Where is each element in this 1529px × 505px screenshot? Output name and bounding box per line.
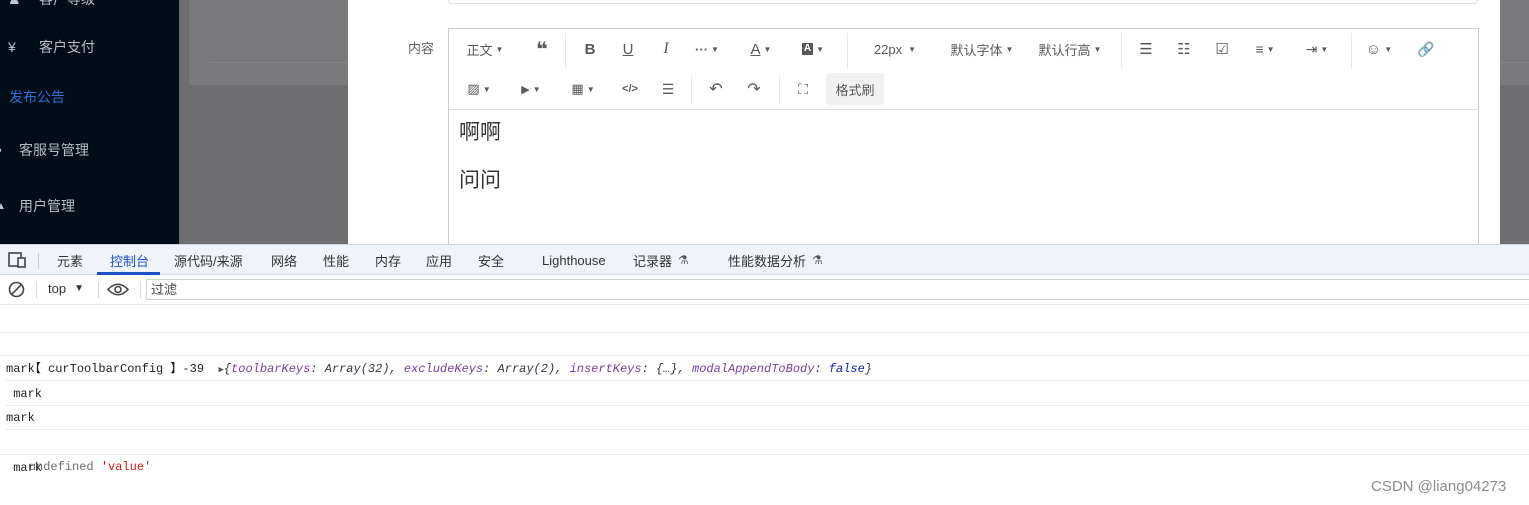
code-icon[interactable]: </>: [617, 75, 643, 103]
tab-label: 性能数据分析: [728, 253, 807, 269]
font-size-label: 22px: [873, 41, 903, 57]
sidebar-item-publish-notice[interactable]: 发布公告: [0, 82, 179, 112]
tab-elements[interactable]: 元素: [57, 245, 83, 275]
emoji-icon[interactable]: ☺ ▼: [1363, 35, 1395, 63]
sidebar-item-label: 客服号管理: [19, 142, 89, 158]
tab-performance-insights[interactable]: 性能数据分析 ⚗: [728, 245, 823, 275]
blockquote-icon[interactable]: ❝: [529, 35, 555, 63]
redo-icon[interactable]: ↷: [741, 75, 767, 103]
editor-paragraph: 问问: [459, 169, 501, 192]
console-message: 【 curToolbarConfig 】-39 ▶{toolbarKeys: A…: [0, 332, 1529, 376]
undo-icon[interactable]: ↶: [703, 75, 729, 103]
editor-toolbar: 正文 ▼ ❝ B U I ··· ▼ A ▼ A ▼ 22px ▼ 默认字体 ▼ 默认行高 ▼: [449, 29, 1478, 110]
content-label: 内容: [408, 41, 435, 56]
bulleted-list-icon[interactable]: ☰: [1133, 35, 1159, 63]
support-icon: ●: [0, 145, 14, 156]
watermark: CSDN @liang04273: [1371, 478, 1507, 495]
underline-icon[interactable]: U: [615, 35, 641, 63]
tab-memory[interactable]: 内存: [375, 245, 401, 275]
console-message: undefined 'value': [0, 431, 1529, 474]
heading-label: 正文: [466, 42, 493, 58]
console-message: mark: [6, 382, 1529, 406]
format-painter-button[interactable]: 格式刷: [826, 73, 884, 105]
background-color-icon[interactable]: A ▼: [797, 35, 829, 63]
tab-recorder[interactable]: 记录器 ⚗: [633, 245, 689, 275]
user-level-icon: ♟: [8, 0, 26, 8]
chevron-down-icon: ▼: [74, 283, 84, 294]
context-select[interactable]: top ▼: [48, 281, 84, 296]
editor-content[interactable]: 啊啊 问问: [459, 121, 501, 217]
title-input[interactable]: [448, 0, 1478, 4]
font-family-label: 默认字体: [950, 42, 1003, 58]
numbered-list-icon[interactable]: ☷: [1171, 35, 1197, 63]
sidebar-item-user-management[interactable]: ▲ 用户管理: [0, 191, 179, 221]
console-message: mark: [6, 357, 1529, 381]
flask-icon: ⚗: [678, 253, 689, 267]
sidebar-item-support-accounts[interactable]: ● 客服号管理: [0, 135, 179, 165]
user-icon: ▲: [0, 200, 6, 212]
context-label: top: [48, 281, 67, 296]
font-size-select[interactable]: 22px ▼: [867, 35, 923, 63]
app-window: ♟ 客户等级 ¥ 客户支付 发布公告 ● 客服号管理 ▲ 用户管理 内容 正文▼: [0, 0, 1529, 244]
font-color-icon[interactable]: A ▼: [745, 35, 777, 63]
yen-icon: ¥: [8, 39, 16, 55]
tab-performance[interactable]: 性能: [323, 245, 349, 275]
device-toolbar-icon[interactable]: [8, 252, 26, 268]
devtools-panel: 元素 控制台 源代码/来源 网络 性能 内存 应用 安全 Lighthouse …: [0, 244, 1529, 505]
rich-text-editor: 正文 ▼ ❝ B U I ··· ▼ A ▼ A ▼ 22px ▼ 默认字体 ▼ 默认行高 ▼: [448, 28, 1479, 244]
tab-application[interactable]: 应用: [426, 245, 452, 275]
link-icon[interactable]: 🔗: [1413, 35, 1439, 63]
sidebar-item-label: 发布公告: [9, 89, 65, 105]
bold-icon[interactable]: B: [577, 35, 603, 63]
tab-security[interactable]: 安全: [478, 245, 504, 275]
console-message: mark: [6, 461, 43, 475]
live-expression-eye-icon[interactable]: [107, 282, 129, 297]
table-icon[interactable]: ▦ ▼: [567, 75, 599, 103]
more-style-icon[interactable]: ··· ▼: [691, 35, 723, 63]
tab-console[interactable]: 控制台: [110, 245, 149, 275]
sidebar-item-customer-level[interactable]: ♟ 客户等级: [0, 0, 179, 14]
align-icon[interactable]: ≡ ▼: [1249, 35, 1281, 63]
tab-network[interactable]: 网络: [271, 245, 297, 275]
heading-select[interactable]: 正文 ▼: [463, 35, 507, 63]
sidebar-item-label: 客户支付: [39, 39, 95, 55]
video-icon[interactable]: ▶ ▼: [515, 75, 547, 103]
editor-paragraph: 啊啊: [459, 121, 501, 144]
todo-icon[interactable]: ☑: [1209, 35, 1235, 63]
sidebar-item-label: 用户管理: [19, 198, 75, 214]
font-family-select[interactable]: 默认字体 ▼: [949, 35, 1015, 63]
tab-sources[interactable]: 源代码/来源: [174, 245, 243, 275]
clear-console-icon[interactable]: [8, 281, 25, 298]
sidebar: ♟ 客户等级 ¥ 客户支付 发布公告 ● 客服号管理 ▲ 用户管理: [0, 0, 179, 244]
indent-icon[interactable]: ⇥ ▼: [1301, 35, 1333, 63]
image-icon[interactable]: ▨ ▼: [463, 75, 495, 103]
notice-dialog: 内容 正文 ▼ ❝ B U I ··· ▼ A ▼ A ▼ 22px ▼ 默认字…: [348, 0, 1500, 244]
tab-lighthouse[interactable]: Lighthouse: [542, 245, 606, 275]
line-height-select[interactable]: 默认行高 ▼: [1037, 35, 1103, 63]
sidebar-item-customer-payment[interactable]: ¥ 客户支付: [0, 32, 179, 62]
tab-label: 记录器: [633, 253, 673, 269]
filter-input[interactable]: [146, 279, 1529, 300]
console-toolbar: top ▼: [0, 275, 1529, 305]
fullscreen-icon[interactable]: ⛶: [790, 75, 816, 103]
sidebar-item-label: 客户等级: [39, 0, 95, 9]
divider-icon[interactable]: ☰: [655, 75, 681, 103]
devtools-tabbar: 元素 控制台 源代码/来源 网络 性能 内存 应用 安全 Lighthouse …: [0, 244, 1529, 275]
line-height-label: 默认行高: [1038, 42, 1091, 58]
flask-icon: ⚗: [812, 253, 823, 267]
console-message: mark: [6, 406, 1529, 430]
italic-icon[interactable]: I: [653, 35, 679, 63]
